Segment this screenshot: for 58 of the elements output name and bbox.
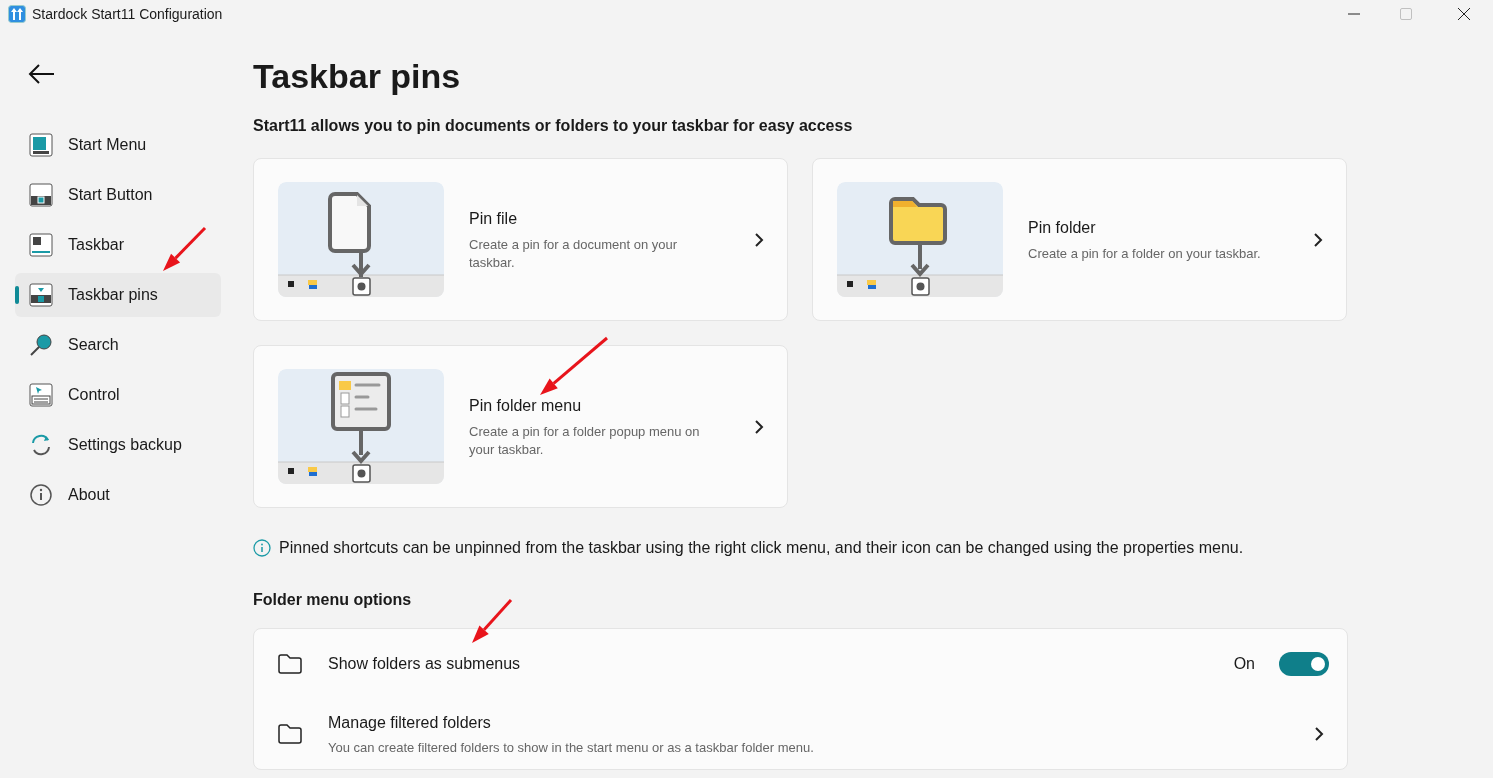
card-description: Create a pin for a folder popup menu on your taskbar. [469, 423, 701, 459]
sidebar-label: Settings backup [68, 435, 182, 455]
taskbar-icon [28, 232, 54, 258]
close-icon [1458, 8, 1470, 20]
minimize-icon [1348, 13, 1360, 15]
toggle-switch[interactable] [1279, 652, 1329, 676]
page-title: Taskbar pins [253, 56, 462, 97]
chevron-right-icon [753, 231, 765, 248]
sidebar-item[interactable]: Search [15, 323, 221, 367]
chevron-right-icon [1312, 231, 1324, 248]
toggle-state-label: On [1233, 654, 1255, 674]
chevron-right-icon [753, 418, 765, 435]
info-icon [253, 539, 271, 557]
search-icon [28, 332, 54, 358]
window-title: Stardock Start11 Configuration [32, 4, 223, 24]
folder-icon [277, 653, 303, 675]
section-heading: Folder menu options [253, 590, 413, 610]
sidebar-label: Start Menu [68, 135, 147, 155]
option-description: You can create filtered folders to show in the start menu or as a taskbar folder menu. [328, 738, 814, 757]
annotation-arrow [540, 336, 608, 395]
card-description: Create a pin for a document on your taskbar. [469, 236, 679, 272]
page-subtitle: Start11 allows you to pin documents or folders to your taskbar for easy access [253, 116, 854, 136]
sidebar-item[interactable]: Control [15, 373, 221, 417]
sidebar-label: About [68, 485, 110, 505]
card-title: Pin folder menu [469, 396, 583, 416]
annotation-arrow [163, 226, 207, 271]
pin-option-card[interactable]: Pin folder menu Create a pin for a folder popup menu on your taskbar. [253, 345, 788, 508]
sidebar-item[interactable]: Taskbar pins [15, 273, 221, 317]
maximize-icon [1400, 8, 1412, 20]
card-description: Create a pin for a folder on your taskbar. [1028, 245, 1262, 263]
sidebar-label: Start Button [68, 185, 153, 205]
card-title: Pin folder [1028, 218, 1097, 238]
selection-indicator [15, 286, 19, 304]
pin-option-card[interactable]: Pin file Create a pin for a document on your taskbar. [253, 158, 788, 321]
sidebar-label: Search [68, 335, 119, 355]
start-menu-icon [28, 132, 54, 158]
option-label: Show folders as submenus [328, 654, 521, 674]
sidebar-item[interactable]: About [15, 473, 221, 517]
annotation-arrow [472, 599, 513, 643]
option-label: Manage filtered folders [328, 712, 492, 733]
sidebar-item[interactable]: Start Menu [15, 123, 221, 167]
pin-option-card[interactable]: Pin folder Create a pin for a folder on your taskbar. [812, 158, 1347, 321]
chevron-right-icon [1313, 726, 1325, 742]
sidebar-label: Control [68, 385, 120, 405]
sidebar-label: Taskbar [68, 235, 125, 255]
sidebar-item[interactable]: Start Button [15, 173, 221, 217]
sidebar-item[interactable]: Settings backup [15, 423, 221, 467]
sidebar-label: Taskbar pins [68, 285, 158, 305]
app-logo-icon [8, 5, 26, 23]
keyboard-cursor-icon [28, 382, 54, 408]
info-icon [28, 482, 54, 508]
start-button-icon [28, 182, 54, 208]
info-text: Pinned shortcuts can be unpinned from the taskbar using the right click menu, and their icon can be changed using the properties menu. [279, 538, 1244, 558]
taskbar-pin-icon [28, 282, 54, 308]
option-link-row[interactable]: Manage filtered folders You can create filtered folders to show in the start menu or as a taskbar folder menu. [254, 699, 1347, 769]
sidebar-item[interactable]: Taskbar [15, 223, 221, 267]
card-title: Pin file [469, 209, 519, 229]
folder-icon [277, 723, 303, 745]
